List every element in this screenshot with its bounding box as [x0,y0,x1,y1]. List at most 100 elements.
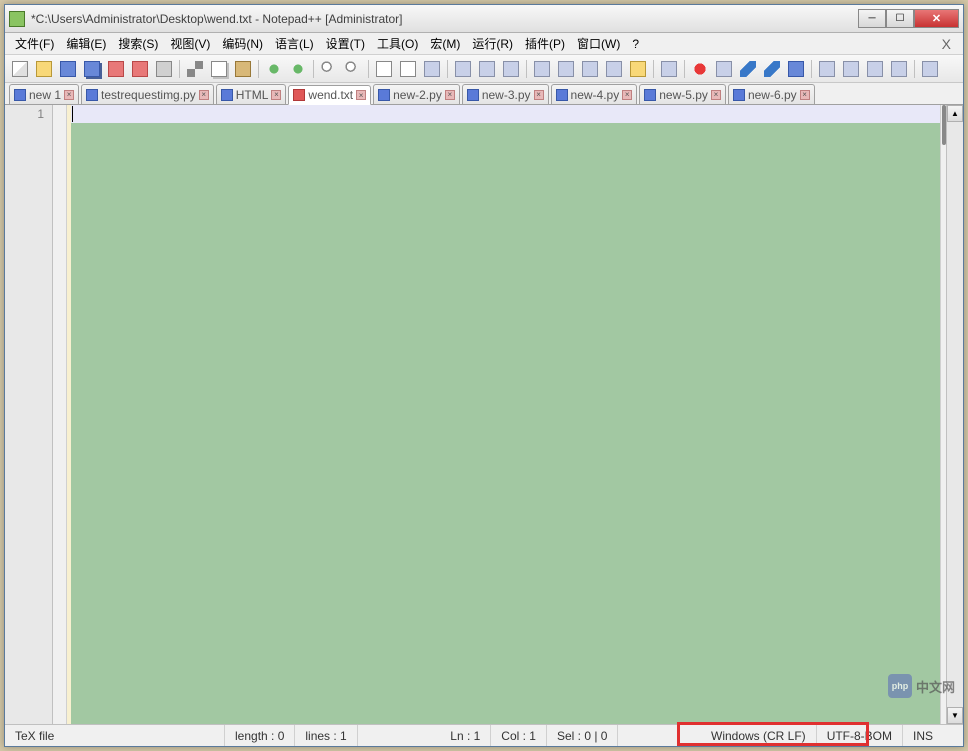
menu-plugins[interactable]: 插件(P) [519,33,571,54]
menu-bar: 文件(F) 编辑(E) 搜索(S) 视图(V) 编码(N) 语言(L) 设置(T… [5,33,963,55]
tab-wend-active[interactable]: wend.txt [288,85,371,105]
window-controls [858,9,959,28]
new-file-button[interactable] [9,58,31,80]
save-button[interactable] [57,58,79,80]
menu-macro[interactable]: 宏(M) [424,33,466,54]
zoom-in-button[interactable] [373,58,395,80]
plugin-button-2[interactable] [840,58,862,80]
undo-button[interactable] [263,58,285,80]
find-button[interactable] [318,58,340,80]
overview-thumb[interactable] [942,105,946,145]
save-macro-button[interactable] [785,58,807,80]
sync-scroll-button[interactable] [421,58,443,80]
stop-macro-button[interactable] [713,58,735,80]
minimize-button[interactable] [858,9,886,28]
zoom-out-icon [400,61,416,77]
show-all-chars-button[interactable] [476,58,498,80]
close-file-button[interactable] [105,58,127,80]
menu-run[interactable]: 运行(R) [466,33,519,54]
menu-edit[interactable]: 编辑(E) [60,33,112,54]
print-button[interactable] [153,58,175,80]
menu-language[interactable]: 语言(L) [269,33,320,54]
text-editor[interactable] [71,105,940,724]
toolbar-separator [258,60,259,78]
zoom-out-button[interactable] [397,58,419,80]
redo-button[interactable] [287,58,309,80]
function-list-button[interactable] [603,58,625,80]
close-window-button[interactable] [914,9,959,28]
save-macro-icon [788,61,804,77]
plugin-button-1[interactable] [816,58,838,80]
cut-button[interactable] [184,58,206,80]
tab-new2[interactable]: new-2.py [373,84,460,104]
play-macro-button[interactable] [737,58,759,80]
tab-new6[interactable]: new-6.py [728,84,815,104]
menu-tools[interactable]: 工具(O) [371,33,424,54]
tab-close-icon[interactable] [534,90,544,100]
overview-ruler[interactable] [940,105,946,724]
tab-testrequestimg[interactable]: testrequestimg.py [81,84,214,104]
tab-new5[interactable]: new-5.py [639,84,726,104]
plugin-button-3[interactable] [864,58,886,80]
tab-close-icon[interactable] [199,90,209,100]
doc-map-button[interactable] [555,58,577,80]
tab-close-icon[interactable] [271,90,281,100]
user-lang-button[interactable] [531,58,553,80]
tab-new3[interactable]: new-3.py [462,84,549,104]
word-wrap-icon [455,61,471,77]
tab-close-icon[interactable] [800,90,810,100]
menu-file[interactable]: 文件(F) [9,33,60,54]
status-eol[interactable]: Windows (CR LF) [701,725,817,746]
current-line-highlight [71,105,940,123]
monitor-button[interactable] [658,58,680,80]
folder-workspace-button[interactable] [627,58,649,80]
open-folder-icon [36,61,52,77]
tab-close-icon[interactable] [356,90,366,100]
menu-view[interactable]: 视图(V) [164,33,216,54]
maximize-button[interactable] [886,9,914,28]
file-icon [733,89,745,101]
title-bar[interactable]: *C:\Users\Administrator\Desktop\wend.txt… [5,5,963,33]
tab-new1[interactable]: new 1 [9,84,79,104]
plugin-button-5[interactable] [919,58,941,80]
record-macro-button[interactable] [689,58,711,80]
file-icon [14,89,26,101]
status-encoding[interactable]: UTF-8-BOM [817,725,903,746]
fold-margin[interactable] [53,105,67,724]
tab-close-icon[interactable] [445,90,455,100]
menu-search[interactable]: 搜索(S) [112,33,164,54]
tab-close-icon[interactable] [711,90,721,100]
replace-button[interactable] [342,58,364,80]
tab-html[interactable]: HTML [216,84,287,104]
save-all-button[interactable] [81,58,103,80]
play-multi-icon [764,61,780,77]
close-all-button[interactable] [129,58,151,80]
menu-encoding[interactable]: 编码(N) [216,33,269,54]
play-multi-macro-button[interactable] [761,58,783,80]
tab-new4[interactable]: new-4.py [551,84,638,104]
toolbar-separator [526,60,527,78]
copy-button[interactable] [208,58,230,80]
scroll-up-icon[interactable]: ▲ [947,105,963,122]
tab-close-icon[interactable] [622,90,632,100]
tab-label: wend.txt [308,88,353,102]
folder-icon [630,61,646,77]
find-icon [321,61,337,77]
menu-collapse-icon[interactable]: X [934,36,959,52]
status-insert-mode[interactable]: INS [903,725,963,746]
indent-guide-button[interactable] [500,58,522,80]
tab-close-icon[interactable] [64,90,74,100]
scroll-down-icon[interactable]: ▼ [947,707,963,724]
menu-window[interactable]: 窗口(W) [571,33,626,54]
text-cursor [72,106,73,122]
open-file-button[interactable] [33,58,55,80]
plugin-button-4[interactable] [888,58,910,80]
paste-button[interactable] [232,58,254,80]
scroll-track[interactable] [947,122,963,707]
word-wrap-button[interactable] [452,58,474,80]
record-icon [692,61,708,77]
vertical-scrollbar[interactable]: ▲ ▼ [946,105,963,724]
menu-help[interactable]: ? [626,35,645,53]
menu-settings[interactable]: 设置(T) [320,33,371,54]
doc-list-button[interactable] [579,58,601,80]
